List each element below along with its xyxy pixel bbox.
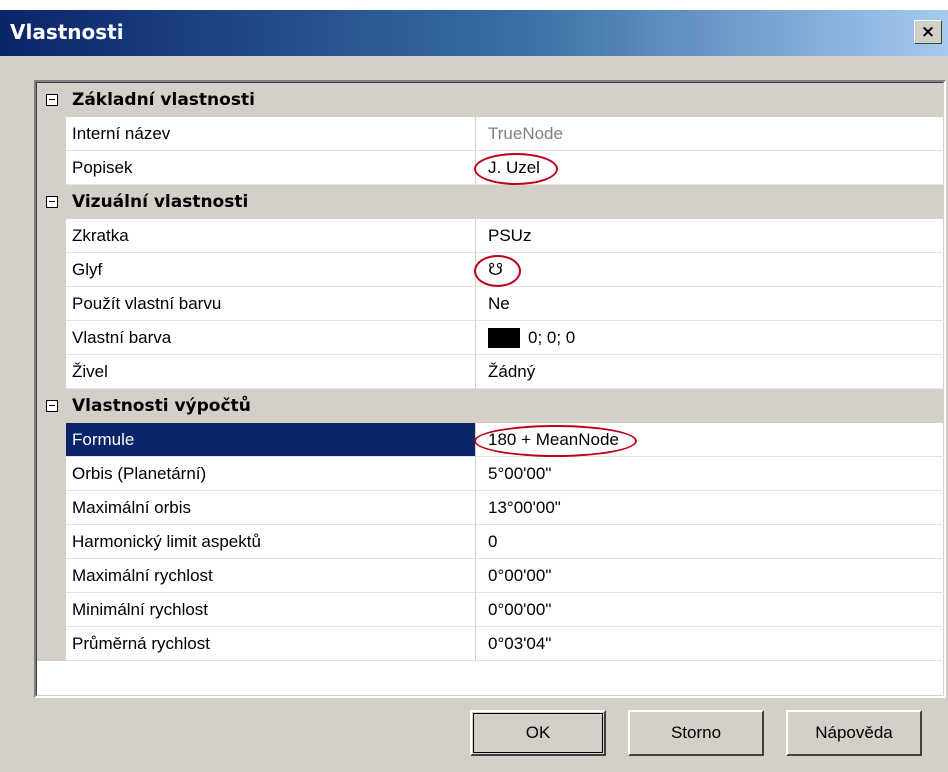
- property-row[interactable]: Živel Žádný: [37, 355, 944, 389]
- category-gutter: [37, 83, 66, 117]
- property-value: Ne: [488, 293, 510, 313]
- property-value: 5°00'00": [488, 463, 552, 483]
- row-gutter: [37, 151, 66, 185]
- property-value: 0°00'00": [488, 565, 552, 585]
- collapse-icon[interactable]: [45, 196, 58, 208]
- property-name[interactable]: Použít vlastní barvu: [66, 287, 476, 321]
- properties-dialog: Vlastnosti × Základní vlastnosti Interní …: [0, 10, 948, 772]
- color-swatch: [488, 327, 520, 348]
- property-row[interactable]: Použít vlastní barvu Ne: [37, 287, 944, 321]
- property-value-cell[interactable]: 13°00'00": [476, 491, 944, 525]
- property-value-cell[interactable]: 0; 0; 0: [476, 321, 944, 355]
- property-name[interactable]: Popisek: [66, 151, 476, 185]
- property-row[interactable]: Zkratka PSUz: [37, 219, 944, 253]
- property-row[interactable]: Glyf ☋: [37, 253, 944, 287]
- row-gutter: [37, 457, 66, 491]
- help-button[interactable]: Nápověda: [786, 710, 922, 756]
- property-value: PSUz: [488, 225, 532, 245]
- property-value: 180 + MeanNode: [488, 429, 619, 449]
- row-gutter: [37, 627, 66, 661]
- row-gutter: [37, 525, 66, 559]
- property-value-cell[interactable]: 0: [476, 525, 944, 559]
- property-value-cell[interactable]: ☋: [474, 253, 944, 287]
- row-gutter: [37, 423, 66, 457]
- category-header[interactable]: Vizuální vlastnosti: [37, 185, 944, 219]
- property-value: TrueNode: [488, 123, 563, 143]
- property-name[interactable]: Maximální rychlost: [66, 559, 476, 593]
- close-button[interactable]: ×: [914, 20, 942, 44]
- property-row[interactable]: Interní název TrueNode: [37, 117, 944, 151]
- property-value: 0°00'00": [488, 599, 552, 619]
- property-row[interactable]: Formule 180 + MeanNode: [37, 423, 944, 457]
- property-value: 13°00'00": [488, 497, 561, 517]
- window-title: Vlastnosti: [10, 20, 124, 44]
- property-name[interactable]: Zkratka: [66, 219, 476, 253]
- property-value-cell[interactable]: 5°00'00": [476, 457, 944, 491]
- property-value: J. Uzel: [488, 157, 540, 177]
- property-name[interactable]: Maximální orbis: [66, 491, 476, 525]
- property-value-cell[interactable]: 180 + MeanNode: [474, 423, 944, 457]
- property-name[interactable]: Minimální rychlost: [66, 593, 476, 627]
- property-row[interactable]: Maximální orbis 13°00'00": [37, 491, 944, 525]
- property-name[interactable]: Průměrná rychlost: [66, 627, 476, 661]
- row-gutter: [37, 321, 66, 355]
- row-gutter: [37, 219, 66, 253]
- property-value: 0; 0; 0: [528, 327, 576, 347]
- property-value: ☋: [488, 259, 504, 279]
- property-row[interactable]: Vlastní barva 0; 0; 0: [37, 321, 944, 355]
- category-label: Vlastnosti výpočtů: [66, 389, 944, 423]
- property-value-cell[interactable]: Ne: [476, 287, 944, 321]
- property-value: 0°03'04": [488, 633, 552, 653]
- title-bar[interactable]: Vlastnosti ×: [0, 10, 948, 56]
- category-gutter: [37, 185, 66, 219]
- collapse-icon[interactable]: [45, 400, 58, 412]
- property-name[interactable]: Živel: [66, 355, 476, 389]
- category-gutter: [37, 389, 66, 423]
- row-gutter: [37, 253, 66, 287]
- ok-button[interactable]: OK: [470, 710, 606, 756]
- property-value-cell[interactable]: 0°00'00": [476, 559, 944, 593]
- category-header[interactable]: Vlastnosti výpočtů: [37, 389, 944, 423]
- property-row[interactable]: Harmonický limit aspektů 0: [37, 525, 944, 559]
- row-gutter: [37, 491, 66, 525]
- category-label: Základní vlastnosti: [66, 83, 944, 117]
- property-value-cell[interactable]: 0°00'00": [476, 593, 944, 627]
- property-value-cell[interactable]: Žádný: [476, 355, 944, 389]
- property-value: Žádný: [488, 361, 536, 381]
- property-grid: Základní vlastnosti Interní název TrueNode…: [34, 80, 946, 698]
- property-name[interactable]: Vlastní barva: [66, 321, 476, 355]
- collapse-icon[interactable]: [45, 94, 58, 106]
- row-gutter: [37, 117, 66, 151]
- property-row[interactable]: Orbis (Planetární) 5°00'00": [37, 457, 944, 491]
- cancel-button[interactable]: Storno: [628, 710, 764, 756]
- property-value-cell[interactable]: 0°03'04": [476, 627, 944, 661]
- property-row[interactable]: Průměrná rychlost 0°03'04": [37, 627, 944, 661]
- property-grid-body: Základní vlastnosti Interní název TrueNode…: [36, 82, 944, 696]
- property-name[interactable]: Glyf: [66, 253, 476, 287]
- property-value: 0: [488, 531, 498, 551]
- row-gutter: [37, 287, 66, 321]
- row-gutter: [37, 593, 66, 627]
- property-name[interactable]: Interní název: [66, 117, 476, 151]
- category-label: Vizuální vlastnosti: [66, 185, 944, 219]
- property-row[interactable]: Maximální rychlost 0°00'00": [37, 559, 944, 593]
- property-value-cell[interactable]: PSUz: [476, 219, 944, 253]
- property-name[interactable]: Orbis (Planetární): [66, 457, 476, 491]
- property-row[interactable]: Popisek J. Uzel: [37, 151, 944, 185]
- close-icon: ×: [920, 22, 936, 42]
- row-gutter: [37, 355, 66, 389]
- property-row[interactable]: Minimální rychlost 0°00'00": [37, 593, 944, 627]
- property-value-cell[interactable]: J. Uzel: [474, 151, 944, 185]
- property-name[interactable]: Formule: [66, 423, 476, 457]
- property-name[interactable]: Harmonický limit aspektů: [66, 525, 476, 559]
- category-header[interactable]: Základní vlastnosti: [37, 83, 944, 117]
- row-gutter: [37, 559, 66, 593]
- property-value-cell[interactable]: TrueNode: [476, 117, 944, 151]
